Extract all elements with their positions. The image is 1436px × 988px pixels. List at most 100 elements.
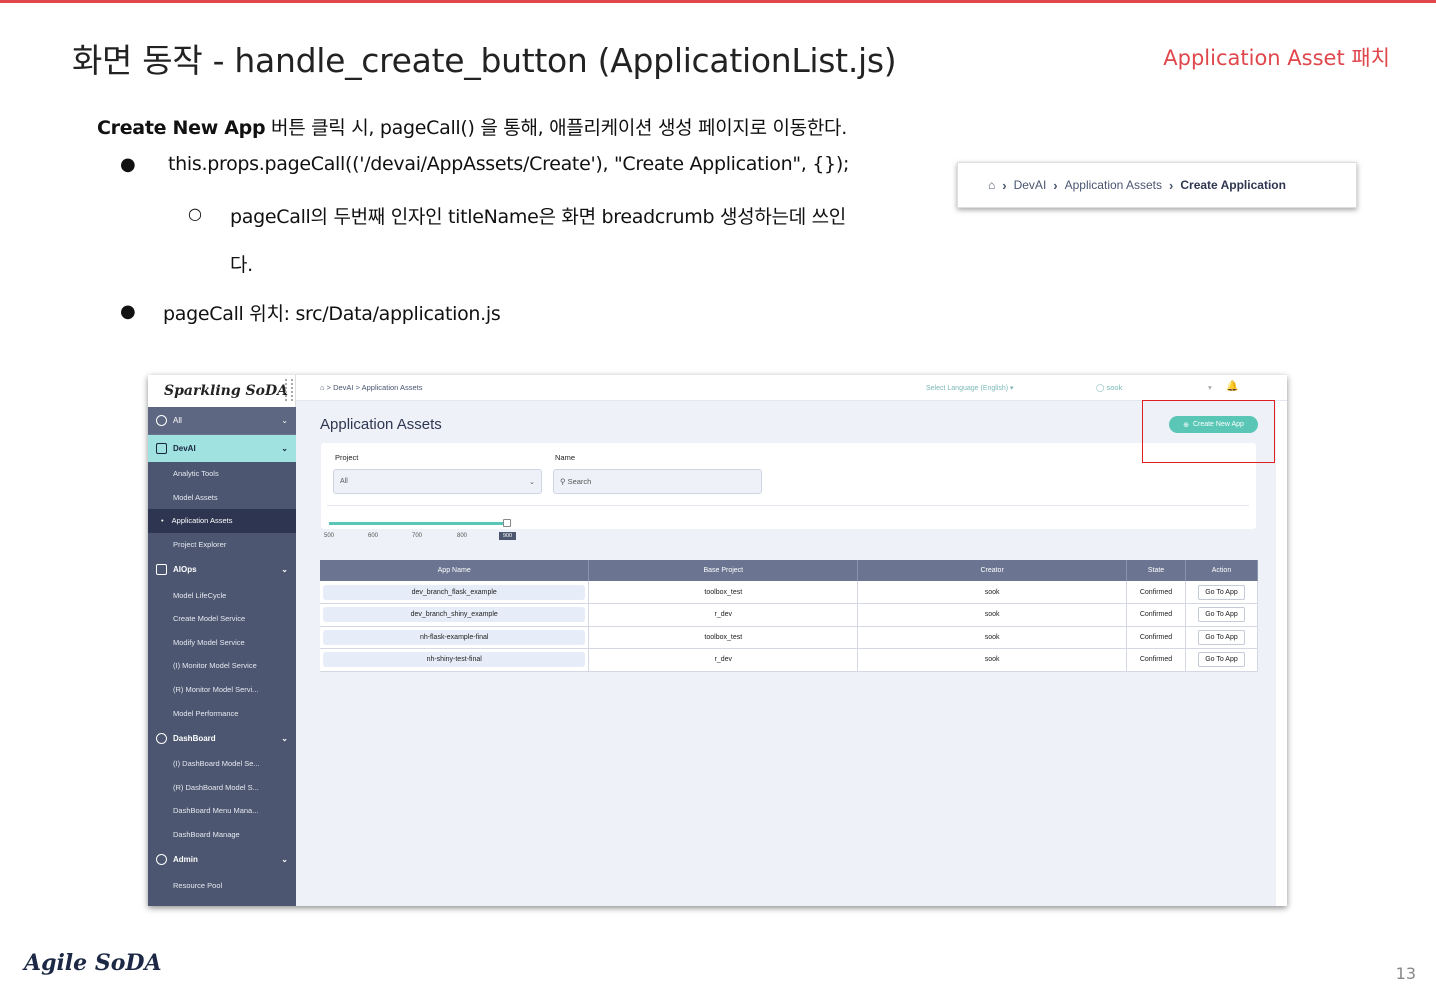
sidebar-item[interactable]: DashBoard Manage (148, 823, 296, 847)
sidebar-item[interactable]: Analytic Tools (148, 462, 296, 486)
sidebar-item-label: Application Assets (171, 516, 233, 526)
column-header[interactable]: Creator (857, 560, 1128, 581)
go-to-app-button[interactable]: Go To App (1198, 584, 1245, 600)
chevron-down-icon: ⌄ (281, 733, 288, 743)
workspace-select[interactable]: All ⌄ (148, 407, 296, 435)
intro-rest: 버튼 클릭 시, pageCall() 을 통해, 애플리케이션 생성 페이지로… (265, 117, 847, 139)
sidebar-group-aiops[interactable]: AIOps ⌄ (148, 556, 296, 583)
slider-track[interactable] (329, 522, 509, 525)
sidebar-group-dashboard[interactable]: DashBoard ⌄ (148, 725, 296, 752)
top-accent-rule (0, 0, 1436, 3)
dashboard-icon (156, 732, 167, 744)
state-cell: Confirmed (1126, 603, 1186, 627)
sub-bullet-dot: ○ (188, 204, 202, 223)
action-cell: Go To App (1185, 581, 1258, 604)
sidebar-item[interactable]: Project Explorer (148, 533, 296, 557)
filter-card: Project Name All ⌄ ⚲ Search (321, 443, 1256, 529)
app-name-cell: dev_branch_shiny_example (320, 603, 590, 627)
sidebar-group-admin[interactable]: Admin ⌄ (148, 846, 296, 873)
user-name: sook (1106, 383, 1123, 392)
devai-icon (156, 443, 167, 454)
sidebar-item[interactable]: (R) DashBoard Model S... (148, 776, 296, 800)
sidebar-item[interactable]: DashBoard Menu Mana... (148, 799, 296, 823)
column-header[interactable]: Action (1185, 560, 1258, 581)
home-icon[interactable]: ⌂ (988, 178, 995, 192)
table-row: nh-shiny-test-final r_dev sook Confirmed… (320, 648, 1258, 672)
base-project-cell: r_dev (588, 603, 859, 627)
search-input[interactable]: ⚲ Search (553, 469, 762, 494)
go-to-app-button[interactable]: Go To App (1198, 629, 1245, 645)
creator-cell: sook (857, 581, 1128, 604)
app-name: dev_branch_shiny_example (323, 607, 586, 623)
app-name: nh-shiny-test-final (323, 652, 586, 668)
breadcrumb-item[interactable]: Application Assets (1065, 178, 1162, 192)
sidebar-grip[interactable] (285, 379, 293, 401)
sidebar-item[interactable]: Model Performance (148, 701, 296, 725)
app-screenshot: Sparkling SoDA All ⌄ DevAI ⌄ Analytic To… (148, 375, 1287, 906)
sidebar-item[interactable]: Resource Pool (148, 873, 296, 897)
sidebar-item[interactable]: (I) DashBoard Model Se... (148, 752, 296, 776)
column-header[interactable]: State (1126, 560, 1186, 581)
app-name: dev_branch_flask_example (323, 584, 586, 600)
sidebar-group-label: Admin (173, 855, 198, 865)
gear-icon (156, 854, 167, 866)
user-dropdown-icon[interactable]: ▾ (1208, 383, 1212, 392)
action-cell: Go To App (1185, 603, 1258, 627)
search-placeholder: Search (567, 477, 592, 486)
sidebar-group-label: DashBoard (173, 733, 216, 743)
language-select[interactable]: Select Language (English) ▾ (926, 384, 1014, 392)
bell-icon[interactable]: 🔔 (1226, 381, 1238, 392)
page-number: 13 (1395, 964, 1416, 983)
user-icon: ◯ (1096, 383, 1107, 392)
slider-handle[interactable] (503, 519, 511, 527)
go-to-app-button[interactable]: Go To App (1198, 652, 1245, 668)
breadcrumb-item[interactable]: DevAI (1014, 178, 1047, 192)
filter-divider (327, 505, 1249, 506)
base-project-cell: toolbox_test (588, 626, 859, 649)
state-cell: Confirmed (1126, 626, 1186, 649)
sidebar-item[interactable]: (I) Monitor Model Service (148, 654, 296, 678)
creator-cell: sook (857, 603, 1128, 627)
intro-bold: Create New App (97, 117, 266, 139)
base-project-cell: r_dev (588, 648, 859, 672)
active-dot-icon: • (161, 516, 164, 526)
chevron-down-icon: ⌄ (529, 479, 535, 486)
chevron-right-icon: › (1169, 177, 1174, 193)
chevron-right-icon: › (1053, 177, 1058, 193)
user-menu[interactable]: ◯ sook (1096, 383, 1122, 392)
breadcrumb-current: Create Application (1180, 178, 1286, 192)
bullet-dot-1: ● (120, 154, 136, 175)
column-header[interactable]: App Name (320, 560, 590, 581)
sidebar-item-active[interactable]: • Application Assets (148, 509, 296, 533)
go-to-app-button[interactable]: Go To App (1198, 607, 1245, 623)
state-cell: Confirmed (1126, 581, 1186, 604)
sidebar-item[interactable]: Create Model Service (148, 607, 296, 631)
project-select[interactable]: All ⌄ (333, 469, 542, 494)
search-icon: ⚲ (560, 477, 568, 486)
column-header[interactable]: Base Project (588, 560, 859, 581)
chevron-down-icon: ⌄ (281, 416, 288, 425)
app-name: nh-flask-example-final (323, 629, 586, 645)
state-cell: Confirmed (1126, 648, 1186, 672)
intro-text: Create New App 버튼 클릭 시, pageCall() 을 통해,… (97, 113, 847, 140)
sidebar-group-devai[interactable]: DevAI ⌄ (148, 435, 296, 462)
footer-logo: Agile SoDA (24, 950, 162, 976)
sidebar-item[interactable]: Modify Model Service (148, 631, 296, 655)
app-name-cell: nh-shiny-test-final (320, 648, 590, 672)
sidebar: Sparkling SoDA All ⌄ DevAI ⌄ Analytic To… (148, 375, 296, 906)
aiops-icon (156, 564, 167, 576)
app-name-cell: nh-flask-example-final (320, 626, 590, 649)
chevron-down-icon: ⌄ (281, 855, 288, 865)
sidebar-item[interactable]: (R) Monitor Model Servi... (148, 678, 296, 702)
chevron-down-icon: ⌄ (281, 565, 288, 575)
sidebar-item[interactable]: Model Assets (148, 486, 296, 510)
chevron-down-icon: ⌄ (281, 444, 288, 453)
table-row: nh-flask-example-final toolbox_test sook… (320, 626, 1258, 649)
slider-value-badge: 900 (499, 532, 516, 540)
breadcrumb-callout: ⌂ › DevAI › Application Assets › Create … (957, 162, 1357, 208)
bullet-dot-2: ● (120, 301, 136, 322)
sidebar-item[interactable]: Model LifeCycle (148, 583, 296, 607)
slider-tick: 600 (368, 533, 379, 539)
topbar-breadcrumb[interactable]: ⌂ > DevAI > Application Assets (320, 383, 423, 392)
name-label: Name (555, 453, 576, 462)
